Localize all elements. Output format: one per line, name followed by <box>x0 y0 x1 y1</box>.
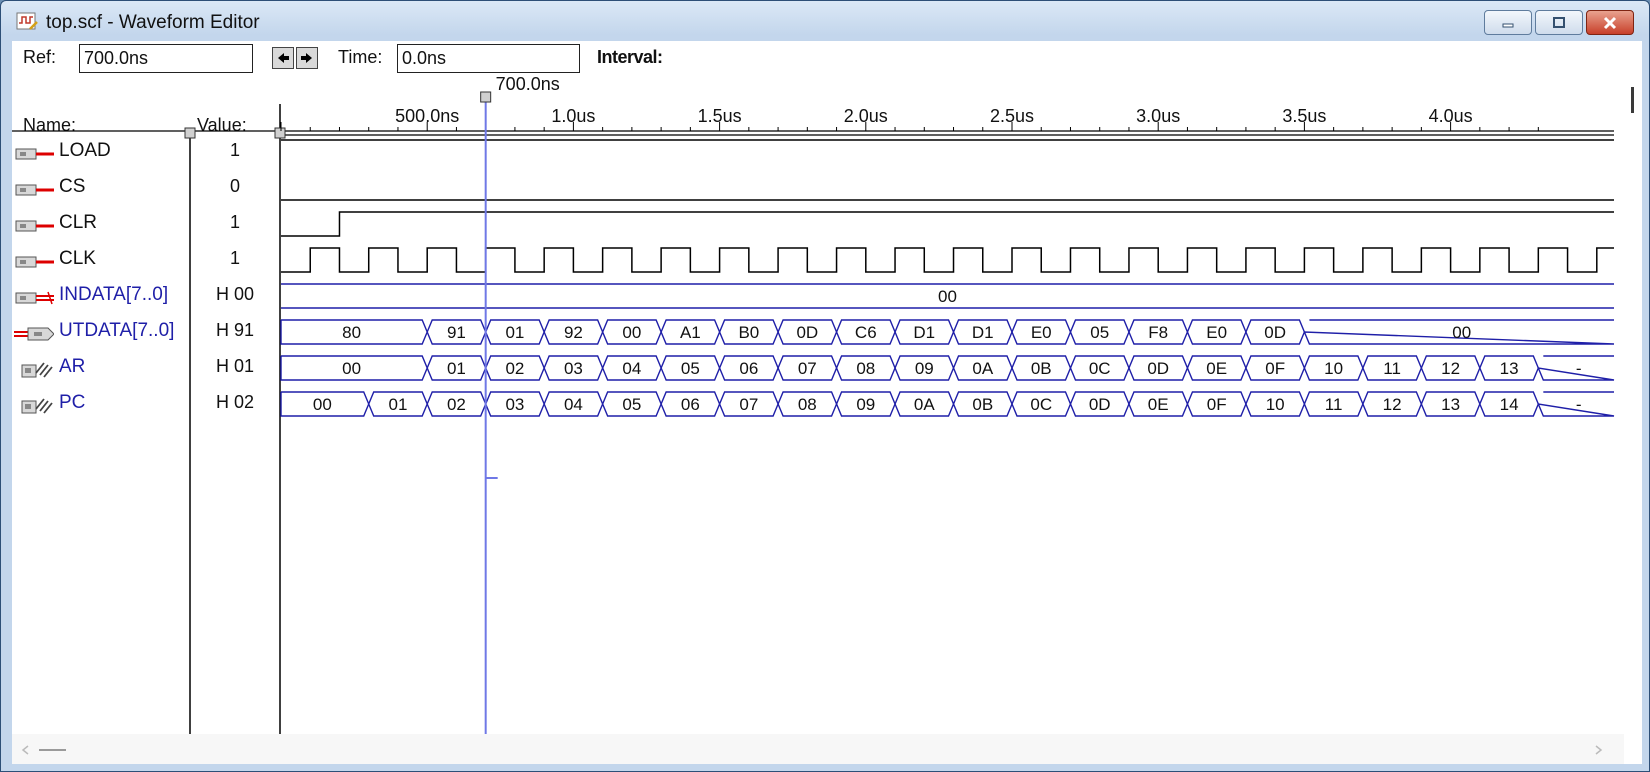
window-title: top.scf - Waveform Editor <box>46 12 260 33</box>
bus-segment-label: 0E <box>1206 359 1227 378</box>
waveform-clr <box>281 211 1614 237</box>
bus-segment-label: 13 <box>1500 359 1519 378</box>
bus-segment-label: 09 <box>915 359 934 378</box>
scroll-right-icon <box>1595 745 1603 755</box>
bus-segment-label: A1 <box>680 323 701 342</box>
bus-segment-label: 11 <box>1325 395 1343 414</box>
bus-segment-label: 01 <box>447 359 466 378</box>
waveform-canvas[interactable]: 500.0ns 1.0us 1.5us 2.0us 2.5us 3.0us 3.5us 4.0… <box>12 41 1624 734</box>
waveform-pc: 00 01 02 03 04 05 06 07 08 09 0A 0B 0C 0D 0E 0F 10 11 12 13… <box>280 391 1615 417</box>
bus-segment-label: 00 <box>1452 323 1471 342</box>
time-tick-label: 1.0us <box>551 106 595 126</box>
bus-value-label: 00 <box>938 287 957 306</box>
minimize-icon <box>1502 23 1514 27</box>
bit-waveform <box>281 211 1614 237</box>
bus-segment-label: 09 <box>856 395 875 414</box>
horizontal-scrollbar[interactable] <box>12 734 1624 764</box>
bus-segment-label: 00 <box>342 359 361 378</box>
bus-segment-label: 06 <box>681 395 700 414</box>
bus-segment-label: 12 <box>1441 359 1460 378</box>
bus-segment-label: F8 <box>1148 323 1168 342</box>
bus-segment-label: 91 <box>447 323 466 342</box>
column-resize-handle <box>274 127 286 139</box>
app-icon <box>16 12 38 30</box>
column-resize-handle <box>184 127 196 139</box>
bus-segment-label: B0 <box>738 323 759 342</box>
waveform-editor-window: top.scf - Waveform Editor Ref: 700.0ns T… <box>0 0 1650 772</box>
bus-segment-label: 00 <box>622 323 641 342</box>
vertical-scroll-thumb[interactable] <box>1631 87 1634 113</box>
bus-segment-label: 05 <box>681 359 700 378</box>
time-tick-label: 2.0us <box>844 106 888 126</box>
title-bar[interactable]: top.scf - Waveform Editor <box>1 1 1649 41</box>
close-button[interactable] <box>1586 10 1634 35</box>
bus-segment-label: 10 <box>1266 395 1285 414</box>
maximize-icon <box>1553 16 1565 28</box>
bus-segment-label: 03 <box>564 359 583 378</box>
bus-segment-label: 0F <box>1265 359 1285 378</box>
bus-segment-label: 01 <box>505 323 524 342</box>
bus-segment-label: 04 <box>564 395 583 414</box>
cursor-time-label: 700.0ns <box>496 74 560 94</box>
time-tick-label: 500.0ns <box>395 106 459 126</box>
bus-segment-label: 01 <box>388 395 407 414</box>
bus-segment-label: 02 <box>447 395 466 414</box>
bus-segment-label: 08 <box>798 395 817 414</box>
bus-segment-label: 14 <box>1500 395 1519 414</box>
bus-segment-label: 0F <box>1207 395 1227 414</box>
bus-segment-label: 05 <box>622 395 641 414</box>
minimize-button[interactable] <box>1484 10 1532 35</box>
bus-segment-label: 80 <box>342 323 361 342</box>
bus-segment-label: 0D <box>1147 359 1169 378</box>
bus-segment-label: 08 <box>856 359 875 378</box>
waveform-clk <box>281 247 1614 273</box>
bus-segment-label: 07 <box>739 395 758 414</box>
waveform-ar: 00 01 02 03 04 05 06 07 08 09 0A 0B 0C 0D 0E 0F 10 11 12 13… <box>280 355 1615 381</box>
bus-segment-label: 11 <box>1383 359 1401 378</box>
horizontal-scroll-thumb[interactable] <box>39 749 66 751</box>
bus-segment-label: C6 <box>855 323 877 342</box>
cursor-handle <box>480 91 492 103</box>
bus-segment-label: 0D <box>796 323 818 342</box>
bus-segment-label: 0D <box>1089 395 1111 414</box>
bus-segment-label: 02 <box>505 359 524 378</box>
bus-segment-label: 0A <box>914 395 935 414</box>
time-tick-label: 2.5us <box>990 106 1034 126</box>
bus-segment-label: 13 <box>1441 395 1460 414</box>
bus-segment-label: - <box>1576 359 1582 378</box>
bus-segment-label: E0 <box>1031 323 1052 342</box>
time-tick-label: 1.5us <box>698 106 742 126</box>
bus-segment-label: E0 <box>1206 323 1227 342</box>
bus-segment-label: D1 <box>913 323 935 342</box>
bus-segment-label: 0B <box>972 395 993 414</box>
waveform-indata-7-0: 00 <box>281 283 1614 309</box>
bus-segment-label: 0E <box>1148 395 1169 414</box>
time-tick-label: 4.0us <box>1429 106 1473 126</box>
bus-segment-label: 12 <box>1383 395 1402 414</box>
bus-segment-label: 0C <box>1089 359 1111 378</box>
bus-segment-label: 07 <box>798 359 817 378</box>
editor-client-area: Ref: 700.0ns Time: 0.0ns Interval: Name:… <box>12 41 1642 764</box>
bus-segment-label: 0B <box>1031 359 1052 378</box>
bus-segment-label: - <box>1576 395 1582 414</box>
bus-segment-label: 05 <box>1090 323 1109 342</box>
bus-segment-label: 03 <box>505 395 524 414</box>
scroll-left-icon <box>21 745 29 755</box>
close-icon <box>1603 16 1617 29</box>
time-tick-label: 3.0us <box>1136 106 1180 126</box>
vertical-scrollbar[interactable] <box>1624 61 1642 744</box>
bus-segment-label: 92 <box>564 323 583 342</box>
bus-segment-label: 0D <box>1264 323 1286 342</box>
bus-segment-label: 0A <box>972 359 993 378</box>
bus-segment-label: 00 <box>313 395 332 414</box>
time-tick-label: 3.5us <box>1282 106 1326 126</box>
bus-segment-label: 0C <box>1030 395 1052 414</box>
maximize-button[interactable] <box>1535 10 1583 35</box>
clock-waveform <box>281 247 1614 273</box>
bus-segment-label: 04 <box>622 359 641 378</box>
bus-segment-label: D1 <box>972 323 994 342</box>
bus-segment-label: 10 <box>1324 359 1343 378</box>
bus-segment-label: 06 <box>739 359 758 378</box>
waveform-utdata-7-0: 80 91 01 92 00 A1 B0 0D C6 D1 D1 E0 05 F8 E0 0D 00 <box>280 319 1615 345</box>
